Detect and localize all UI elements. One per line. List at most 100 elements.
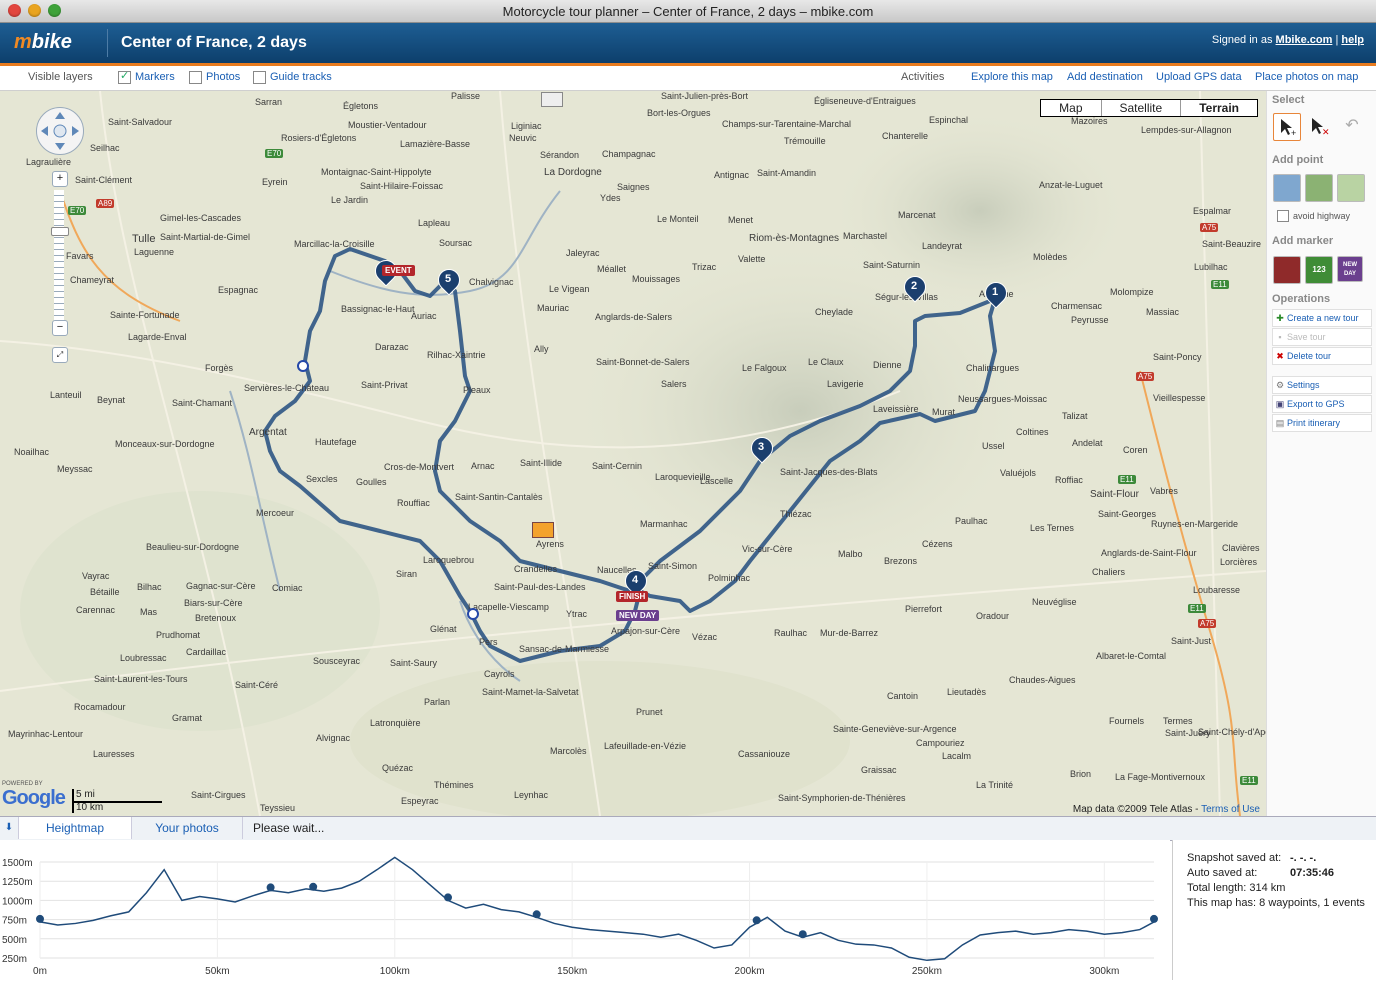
map-type-map[interactable]: Map xyxy=(1041,100,1102,116)
place-label: La Fage-Montivernoux xyxy=(1115,772,1206,782)
place-label: Saint-Chély-d'Apcher xyxy=(1198,727,1266,737)
settings-button[interactable]: ⚙ Settings xyxy=(1272,376,1372,394)
zoom-extents-icon[interactable]: ⤢ xyxy=(52,347,68,363)
photo-thumbnail-icon[interactable] xyxy=(541,92,563,107)
user-link[interactable]: Mbike.com xyxy=(1276,34,1333,46)
place-label: Darazac xyxy=(375,342,409,352)
zoom-out-button[interactable]: − xyxy=(52,320,68,336)
new-day-flag[interactable]: NEW DAY xyxy=(616,610,660,621)
zoom-slider-thumb[interactable] xyxy=(51,227,69,236)
place-label: Anglards-de-Saint-Flour xyxy=(1101,548,1197,558)
place-label: Valette xyxy=(738,254,766,264)
pan-arrows-icon xyxy=(41,112,79,150)
google-logo: POWERED BY Google xyxy=(2,781,66,810)
place-label: Brezons xyxy=(884,556,918,566)
logo-prefix: m xyxy=(14,31,32,53)
upload-gps-link[interactable]: Upload GPS data xyxy=(1156,71,1242,83)
add-waypoint-icon[interactable] xyxy=(1273,174,1301,202)
add-motorbike-icon[interactable] xyxy=(1337,174,1365,202)
place-label: Saint-Salvadour xyxy=(108,117,173,127)
event-flag[interactable]: EVENT xyxy=(382,265,415,276)
place-label: Marmanhac xyxy=(640,519,688,529)
map-canvas[interactable]: Map Satellite Terrain + − ⤢ Égletons Sai… xyxy=(0,91,1266,816)
via-point[interactable] xyxy=(297,360,309,372)
place-label: Pierrefort xyxy=(905,604,943,614)
place-label: Sarran xyxy=(255,97,283,107)
add-destination-link[interactable]: Add destination xyxy=(1067,71,1143,83)
attribution-text: Map data ©2009 Tele Atlas - xyxy=(1072,804,1202,815)
place-label: Saint-Bonnet-de-Salers xyxy=(596,357,690,367)
place-label: Espinchal xyxy=(929,115,969,125)
explore-map-link[interactable]: Explore this map xyxy=(971,71,1053,83)
zoom-in-button[interactable]: + xyxy=(52,171,68,187)
add-flag-marker-icon[interactable] xyxy=(1273,256,1301,284)
heightmap-chart[interactable]: 1500m 1250m 1000m 750m 500m 250m 0m 50km 100km 15… xyxy=(0,840,1170,980)
waypoint-number: 1 xyxy=(991,286,999,298)
place-label: Monceaux-sur-Dordogne xyxy=(115,439,215,449)
delete-tour-button[interactable]: ✖ Delete tour xyxy=(1272,347,1372,365)
collapse-panel-icon[interactable]: ⬇ xyxy=(0,817,19,839)
guide-tracks-label[interactable]: Guide tracks xyxy=(270,71,332,83)
avoid-highway-checkbox[interactable] xyxy=(1277,210,1289,222)
place-label: Méallet xyxy=(597,264,627,274)
place-label: Rosiers-d'Égletons xyxy=(281,133,357,143)
op-label: Create a new tour xyxy=(1287,313,1359,323)
undo-icon[interactable]: ↶ xyxy=(1339,113,1365,139)
place-label: Les Ternes xyxy=(1030,523,1074,533)
photos-checkbox[interactable] xyxy=(189,71,202,84)
op-label: Delete tour xyxy=(1287,351,1332,361)
place-label: Dienne xyxy=(873,360,902,370)
gear-icon: ⚙ xyxy=(1275,380,1285,390)
window-titlebar: Motorcycle tour planner – Center of Fran… xyxy=(0,0,1376,23)
place-label: Leynhac xyxy=(514,790,549,800)
place-label: Bétaille xyxy=(90,587,120,597)
tab-your-photos[interactable]: Your photos xyxy=(132,817,243,839)
via-point[interactable] xyxy=(467,608,479,620)
pan-control[interactable] xyxy=(36,107,84,155)
place-label: Lorcières xyxy=(1220,557,1258,567)
y-tick-label: 250m xyxy=(2,954,27,965)
place-label: Le Vigean xyxy=(549,284,590,294)
place-label: Cézens xyxy=(922,539,953,549)
place-label: Moustier-Ventadour xyxy=(348,120,427,130)
place-label: Bort-les-Orgues xyxy=(647,108,711,118)
add-number-marker-icon[interactable]: 123 xyxy=(1305,256,1333,284)
select-add-tool-icon[interactable]: + xyxy=(1273,113,1301,141)
place-label: La Trinité xyxy=(976,780,1014,790)
print-itinerary-button[interactable]: ▤ Print itinerary xyxy=(1272,414,1372,432)
place-label: Coltines xyxy=(1016,427,1049,437)
signed-in-info: Signed in as Mbike.com | help xyxy=(1212,34,1364,46)
mbike-logo[interactable]: mbike xyxy=(14,31,72,54)
place-label: Trémouille xyxy=(784,136,826,146)
tab-heightmap[interactable]: Heightmap xyxy=(19,817,132,839)
add-new-day-marker-icon[interactable]: NEW DAY xyxy=(1337,256,1363,282)
zoom-slider-track[interactable] xyxy=(54,190,64,324)
auto-saved-label: Auto saved at: xyxy=(1187,867,1258,879)
terms-of-use-link[interactable]: Terms of Use xyxy=(1201,804,1260,815)
markers-checkbox[interactable] xyxy=(118,69,131,84)
select-header: Select xyxy=(1272,94,1305,106)
waypoint-number: 3 xyxy=(757,441,765,453)
finish-flag[interactable]: FINISH xyxy=(616,591,649,602)
save-tour-button[interactable]: ▪ Save tour xyxy=(1272,328,1372,346)
terrain-background xyxy=(0,91,1266,816)
guide-tracks-checkbox[interactable] xyxy=(253,71,266,84)
place-label: Quézac xyxy=(382,763,414,773)
print-icon: ▤ xyxy=(1275,418,1285,428)
map-type-satellite[interactable]: Satellite xyxy=(1102,100,1182,116)
place-label: Prudhomat xyxy=(156,630,201,640)
help-link[interactable]: help xyxy=(1341,34,1364,46)
markers-label[interactable]: Markers xyxy=(135,71,175,83)
road-shield: A89 xyxy=(96,199,115,208)
place-label: Pleaux xyxy=(463,385,491,395)
place-photos-link[interactable]: Place photos on map xyxy=(1255,71,1358,83)
add-destination-icon[interactable] xyxy=(1305,174,1333,202)
create-new-tour-button[interactable]: ✚ Create a new tour xyxy=(1272,309,1372,327)
place-label: Argentat xyxy=(249,427,287,438)
photos-label[interactable]: Photos xyxy=(206,71,240,83)
map-type-terrain[interactable]: Terrain xyxy=(1181,100,1257,116)
export-gps-button[interactable]: ▣ Export to GPS xyxy=(1272,395,1372,413)
place-label: Lieutadès xyxy=(947,687,987,697)
photo-thumbnail-icon[interactable] xyxy=(532,522,554,538)
select-remove-tool-icon[interactable]: ✕ xyxy=(1305,113,1331,139)
